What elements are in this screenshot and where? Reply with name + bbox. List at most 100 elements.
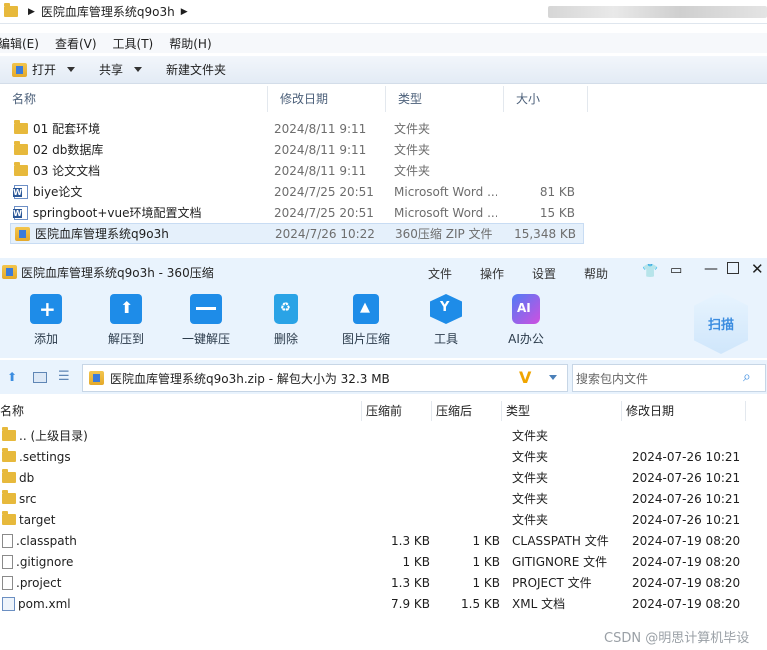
minimize-icon[interactable]: — (704, 261, 718, 277)
file-size: 15,348 KB (514, 226, 576, 241)
folder-icon (2, 469, 16, 483)
vip-icon[interactable]: V (519, 368, 531, 387)
entry-name: .classpath (16, 533, 77, 548)
list-view-icon[interactable]: ☰ (58, 369, 70, 384)
entry-name: .project (16, 575, 62, 590)
scan-button[interactable]: 扫描 (694, 292, 748, 354)
extract-to-button[interactable]: ⬆ 解压到 (94, 294, 158, 347)
breadcrumb[interactable]: ▶ 医院血库管理系统q9o3h ▶ (0, 0, 188, 23)
archive-path-field[interactable]: 医院血库管理系统q9o3h.zip - 解包大小为 32.3 MB V (82, 364, 568, 392)
file-name: 01 配套环境 (33, 122, 101, 136)
column-type[interactable]: 类型 (386, 86, 504, 112)
thumbnail-view-icon[interactable] (33, 372, 47, 383)
entry-name: db (19, 470, 35, 485)
menu-help[interactable]: 帮助(H) (169, 33, 219, 53)
search-icon[interactable]: ⌕ (743, 369, 751, 385)
column-name[interactable]: 名称 (0, 86, 268, 112)
column-date[interactable]: 修改日期 (268, 86, 386, 112)
maximize-icon[interactable] (727, 262, 739, 274)
skin-icon[interactable]: 👕 (642, 264, 658, 279)
share-button[interactable]: 共享 (87, 59, 154, 81)
app-icon (2, 265, 17, 279)
entry-before: 7.9 KB (391, 596, 430, 611)
folder-icon (2, 448, 16, 462)
zip-titlebar: 医院血库管理系统q9o3h - 360压缩 文件 操作 设置 帮助 👕 ▭ — … (0, 258, 767, 286)
archive-row[interactable]: .gitignore 1 KB 1 KB GITIGNORE 文件 2024-0… (0, 551, 767, 572)
archive-row[interactable]: db 文件夹 2024-07-26 10:21 (0, 467, 767, 488)
explorer-window: ▶ 医院血库管理系统q9o3h ▶ 编辑(E) 查看(V) 工具(T) 帮助(H… (0, 0, 767, 258)
entry-date: 2024-07-19 08:20 (632, 596, 741, 611)
entry-date: 2024-07-26 10:21 (632, 512, 741, 527)
file-type: 文件夹 (394, 122, 431, 136)
archive-row[interactable]: .. (上级目录) 文件夹 (0, 425, 767, 446)
entry-name: src (19, 491, 37, 506)
file-row[interactable]: 02 db数据库 2024/8/11 9:11 文件夹 (10, 139, 584, 160)
image-compress-button[interactable]: ▲ 图片压缩 (334, 294, 398, 347)
file-row[interactable]: 03 论文文档 2024/8/11 9:11 文件夹 (10, 160, 584, 181)
breadcrumb-label[interactable]: 医院血库管理系统q9o3h (41, 3, 175, 20)
folder-icon (2, 427, 16, 441)
add-label: 添加 (33, 332, 58, 346)
delete-label: 删除 (273, 332, 298, 346)
folder-icon (14, 162, 28, 176)
close-icon[interactable]: ✕ (751, 260, 764, 278)
entry-type: PROJECT 文件 (512, 576, 592, 590)
archive-row[interactable]: .settings 文件夹 2024-07-26 10:21 (0, 446, 767, 467)
menu-operate[interactable]: 操作 (480, 265, 504, 282)
search-input[interactable]: 搜索包内文件 ⌕ (572, 364, 766, 392)
entry-type: 文件夹 (512, 471, 549, 485)
menu-file[interactable]: 文件 (428, 265, 452, 282)
file-size: 15 KB (539, 205, 575, 220)
menu-tools[interactable]: 工具(T) (113, 33, 162, 53)
one-click-extract-button[interactable]: 一键解压 (174, 294, 238, 347)
menu-help[interactable]: 帮助 (584, 265, 608, 282)
archive-row[interactable]: .project 1.3 KB 1 KB PROJECT 文件 2024-07-… (0, 572, 767, 593)
tools-label: 工具 (433, 332, 458, 346)
entry-date: 2024-07-26 10:21 (632, 449, 741, 464)
up-arrow-icon[interactable]: ⬆ (7, 370, 17, 384)
tools-button[interactable]: Y 工具 (414, 294, 478, 347)
column-before[interactable]: 压缩前 (362, 401, 432, 421)
window-title: 医院血库管理系统q9o3h - 360压缩 (21, 265, 214, 280)
archive-row[interactable]: target 文件夹 2024-07-26 10:21 (0, 509, 767, 530)
ai-icon: AI (512, 294, 540, 324)
breadcrumb-arrow-icon[interactable]: ▶ (28, 7, 35, 17)
one-click-extract-label: 一键解压 (181, 332, 230, 346)
column-size[interactable]: 大小 (504, 86, 588, 112)
file-row[interactable]: biye论文 2024/7/25 20:51 Microsoft Word ..… (10, 181, 584, 202)
file-row[interactable]: 01 配套环境 2024/8/11 9:11 文件夹 (10, 118, 584, 139)
chevron-down-icon[interactable] (549, 375, 557, 380)
entry-type: 文件夹 (512, 492, 549, 506)
archive-row[interactable]: src 文件夹 2024-07-26 10:21 (0, 488, 767, 509)
entry-name: target (19, 512, 56, 527)
file-size: 81 KB (539, 184, 575, 199)
delete-button[interactable]: ♻ 删除 (254, 294, 318, 347)
menu-edit[interactable]: 编辑(E) (0, 33, 47, 53)
file-type: Microsoft Word ... (394, 184, 497, 199)
entry-date: 2024-07-19 08:20 (632, 554, 741, 569)
explorer-toolbar: 打开 共享 新建文件夹 (0, 56, 767, 84)
open-button[interactable]: 打开 (0, 59, 87, 81)
breadcrumb-arrow-icon[interactable]: ▶ (181, 7, 188, 17)
feedback-icon[interactable]: ▭ (670, 263, 682, 278)
file-type: 文件夹 (394, 143, 431, 157)
add-button[interactable]: + 添加 (14, 294, 78, 347)
file-date: 2024/7/26 10:22 (275, 226, 375, 241)
column-name[interactable]: 名称 (0, 401, 362, 421)
entry-type: GITIGNORE 文件 (512, 555, 608, 569)
archive-row[interactable]: .classpath 1.3 KB 1 KB CLASSPATH 文件 2024… (0, 530, 767, 551)
file-row[interactable]: springboot+vue环境配置文档 2024/7/25 20:51 Mic… (10, 202, 584, 223)
add-icon: + (30, 294, 62, 324)
column-type[interactable]: 类型 (502, 401, 622, 421)
file-row-selected[interactable]: 医院血库管理系统q9o3h 2024/7/26 10:22 360压缩 ZIP … (10, 223, 584, 244)
menu-settings[interactable]: 设置 (532, 265, 556, 282)
archive-row[interactable]: pom.xml 7.9 KB 1.5 KB XML 文档 2024-07-19 … (0, 593, 767, 614)
chevron-down-icon (67, 67, 76, 72)
address-bar[interactable]: ▶ 医院血库管理系统q9o3h ▶ (0, 0, 767, 24)
chevron-down-icon (134, 67, 143, 72)
column-after[interactable]: 压缩后 (432, 401, 502, 421)
column-date[interactable]: 修改日期 (622, 401, 746, 421)
ai-office-button[interactable]: AI AI办公 (494, 294, 558, 347)
menu-view[interactable]: 查看(V) (55, 33, 105, 53)
new-folder-button[interactable]: 新建文件夹 (154, 59, 238, 81)
